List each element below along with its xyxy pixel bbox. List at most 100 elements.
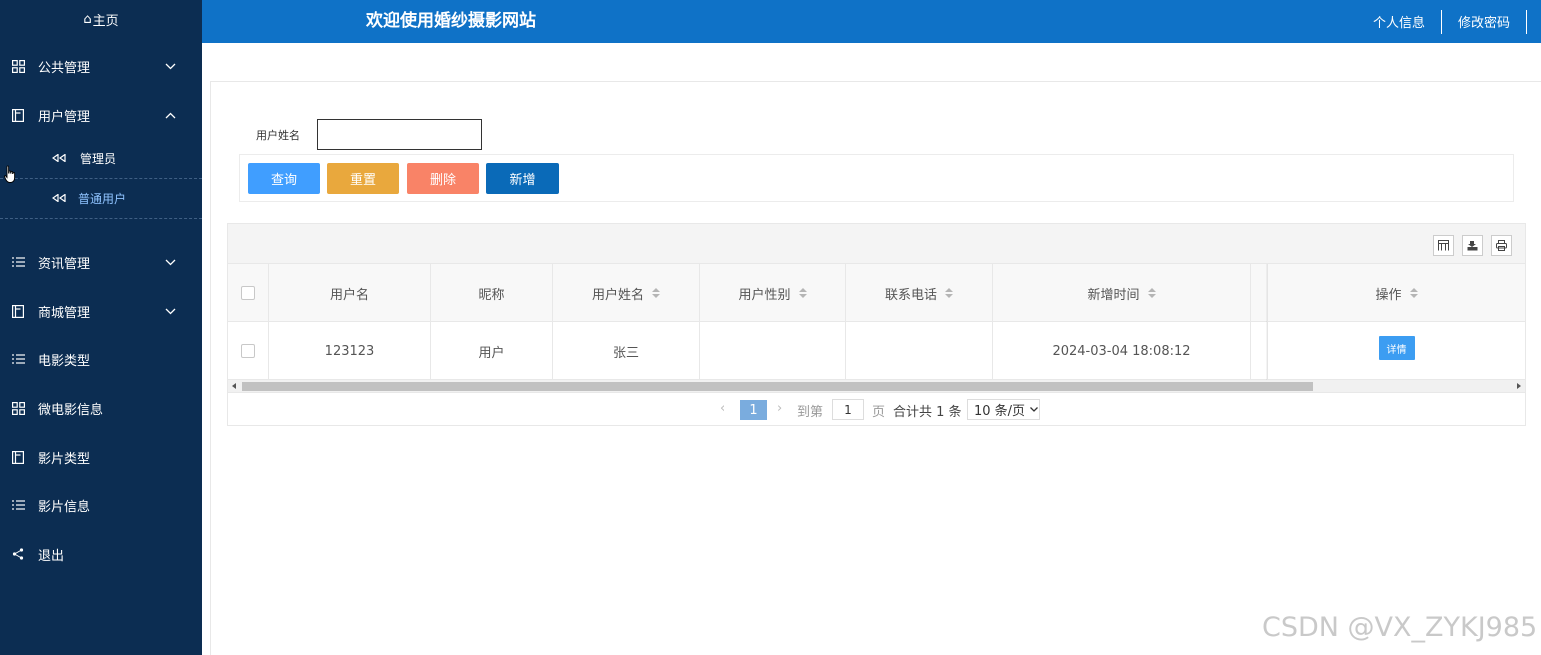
page-unit-label: 页 <box>872 405 886 420</box>
book-icon <box>11 450 25 464</box>
book-icon <box>11 108 25 122</box>
page-size-value: 10 条/页 <box>974 404 1026 419</box>
sidebar-item-micro-movie[interactable]: 微电影信息 <box>0 395 202 421</box>
double-arrow-left-icon <box>52 154 66 162</box>
table-row: 123123 用户 张三 2024-03-04 18:08:12 详情 <box>228 322 1525 380</box>
search-input[interactable] <box>317 119 482 150</box>
sidebar-subitem-normal-user[interactable]: 普通用户 <box>0 178 202 219</box>
select-all-cell <box>228 264 269 322</box>
chevron-down-icon <box>164 60 176 72</box>
sidebar-item-film-type[interactable]: 影片类型 <box>0 444 202 470</box>
columns-filter-icon[interactable] <box>1433 235 1454 256</box>
sidebar-subitem-admin[interactable]: 管理员 <box>0 138 202 179</box>
list-icon <box>11 352 25 366</box>
page-size-select[interactable]: 10 条/页 <box>967 399 1040 420</box>
sidebar-item-label: 用户管理 <box>38 109 91 125</box>
export-icon[interactable] <box>1462 235 1483 256</box>
table-cell <box>846 322 993 380</box>
add-button[interactable]: 新增 <box>486 163 559 194</box>
goto-page-input[interactable]: 1 <box>832 399 864 420</box>
detail-button[interactable]: 详情 <box>1378 336 1415 360</box>
sidebar: ⌂ 主页 公共管理 用户管理 管理员 普通用户 资讯管理 商城管理 电影类型 微… <box>0 0 202 655</box>
watermark: CSDN @VX_ZYKJ985 <box>1262 612 1538 643</box>
table-header: 用户名 昵称 用户姓名 用户性别 联系电话 新增时间 操作 <box>228 264 1525 322</box>
action-cell: 详情 <box>1268 322 1525 380</box>
chevron-down-icon <box>164 305 176 317</box>
column-header[interactable]: 操作 <box>1268 264 1525 322</box>
sidebar-item-news[interactable]: 资讯管理 <box>0 249 202 275</box>
sidebar-item-label: 影片信息 <box>38 499 91 515</box>
sort-icon[interactable] <box>652 288 660 298</box>
pagination: ‹ 1 › 到第 1 页 合计共 1 条 10 条/页 <box>228 394 1525 426</box>
total-count: 合计共 1 条 <box>893 405 962 420</box>
sidebar-item-logout[interactable]: 退出 <box>0 541 202 567</box>
fixed-column-shadow <box>1266 264 1268 380</box>
current-page[interactable]: 1 <box>740 400 767 420</box>
scroll-left-icon[interactable] <box>232 383 236 389</box>
column-header-label: 操作 <box>1375 287 1402 303</box>
table-cell: 123123 <box>269 322 431 380</box>
column-header[interactable]: 用户性别 <box>700 264 846 322</box>
header-divider <box>1441 10 1442 34</box>
table-cell <box>700 322 846 380</box>
horizontal-scrollbar[interactable] <box>228 380 1525 393</box>
grid-icon <box>11 59 25 73</box>
prev-page-icon[interactable]: ‹ <box>720 401 725 416</box>
chevron-up-icon <box>164 109 176 121</box>
column-header[interactable]: 联系电话 <box>846 264 993 322</box>
sidebar-item-label: 微电影信息 <box>38 402 104 418</box>
reset-button[interactable]: 重置 <box>327 163 399 194</box>
column-header: 用户名 <box>269 264 431 322</box>
sidebar-subitem-label: 管理员 <box>80 151 117 166</box>
sidebar-item-public[interactable]: 公共管理 <box>0 53 202 79</box>
chevron-down-icon <box>164 256 176 268</box>
column-header[interactable]: 用户姓名 <box>553 264 700 322</box>
sidebar-home-label: 主页 <box>92 13 119 29</box>
sidebar-item-label: 公共管理 <box>38 60 91 76</box>
sidebar-subitem-label: 普通用户 <box>78 191 127 206</box>
table-cell: 张三 <box>553 322 700 380</box>
top-header: 欢迎使用婚纱摄影网站 个人信息 修改密码 <box>202 0 1541 43</box>
sidebar-item-label: 商城管理 <box>38 305 91 321</box>
sidebar-item-label: 退出 <box>38 548 65 564</box>
sidebar-item-label: 资讯管理 <box>38 256 91 272</box>
delete-button[interactable]: 删除 <box>407 163 479 194</box>
change-password-link[interactable]: 修改密码 <box>1458 12 1510 31</box>
sidebar-item-users[interactable]: 用户管理 <box>0 102 202 128</box>
book-icon <box>11 304 25 318</box>
column-header-label: 联系电话 <box>884 287 937 303</box>
scroll-right-icon[interactable] <box>1517 383 1521 389</box>
query-button[interactable]: 查询 <box>248 163 320 194</box>
sidebar-item-movie-type[interactable]: 电影类型 <box>0 346 202 372</box>
select-all-checkbox[interactable] <box>241 286 255 300</box>
sort-icon[interactable] <box>945 288 953 298</box>
sidebar-item-label: 电影类型 <box>38 353 91 369</box>
column-header-label: 用户名 <box>329 287 369 303</box>
data-table: 用户名 昵称 用户姓名 用户性别 联系电话 新增时间 操作 123123 用户 … <box>227 223 1526 426</box>
site-title: 欢迎使用婚纱摄影网站 <box>366 11 536 31</box>
sort-icon[interactable] <box>798 288 807 298</box>
sidebar-home-link[interactable]: ⌂ 主页 <box>0 0 202 38</box>
personal-info-link[interactable]: 个人信息 <box>1373 12 1425 31</box>
table-cell: 2024-03-04 18:08:12 <box>993 322 1251 380</box>
column-header-label: 新增时间 <box>1087 287 1140 303</box>
row-select-cell <box>228 322 269 380</box>
chevron-down-icon <box>1030 407 1039 412</box>
goto-label: 到第 <box>797 405 824 420</box>
home-icon: ⌂ <box>83 11 92 27</box>
double-arrow-left-icon <box>52 194 66 202</box>
grid-icon <box>11 401 25 415</box>
next-page-icon[interactable]: › <box>777 401 782 416</box>
row-checkbox[interactable] <box>241 344 255 358</box>
sidebar-item-film-info[interactable]: 影片信息 <box>0 492 202 518</box>
sort-icon[interactable] <box>1147 288 1156 298</box>
print-icon[interactable] <box>1491 235 1512 256</box>
share-icon <box>11 547 25 561</box>
sidebar-item-mall[interactable]: 商城管理 <box>0 298 202 324</box>
column-header[interactable]: 新增时间 <box>993 264 1251 322</box>
list-icon <box>11 498 25 512</box>
scrollbar-thumb[interactable] <box>242 382 1313 391</box>
sort-icon[interactable] <box>1409 288 1418 298</box>
header-divider <box>1526 10 1527 34</box>
column-header-label: 用户性别 <box>738 287 791 303</box>
